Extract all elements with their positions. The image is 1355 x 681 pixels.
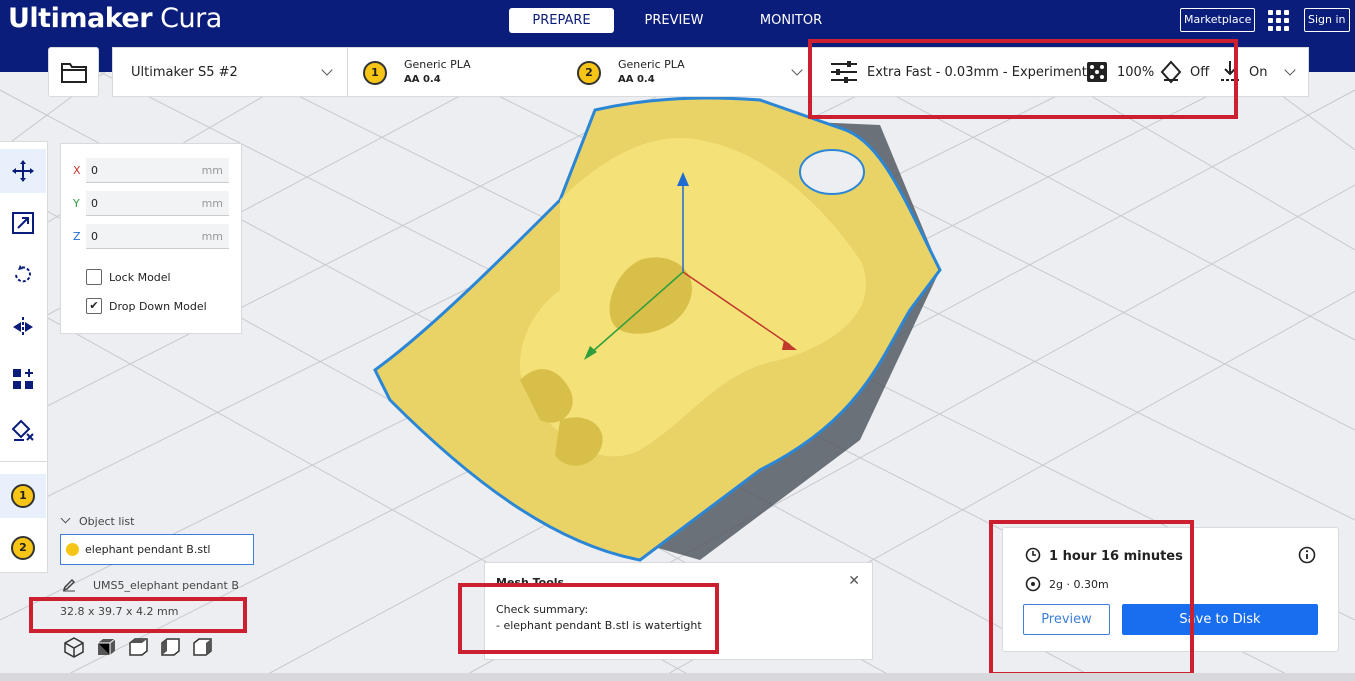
x-axis-label: X bbox=[73, 164, 81, 177]
divider bbox=[0, 461, 47, 462]
scale-icon bbox=[12, 212, 34, 234]
extruder-1-material: Generic PLA bbox=[404, 58, 471, 71]
infill-icon bbox=[1087, 62, 1107, 82]
lock-model-checkbox[interactable] bbox=[86, 269, 102, 285]
spool-icon bbox=[1025, 576, 1041, 592]
drop-down-model-label: Drop Down Model bbox=[109, 300, 207, 313]
mirror-tool-button[interactable] bbox=[0, 305, 46, 349]
app-logo: Ultimaker Cura bbox=[8, 3, 222, 34]
y-input[interactable]: 0 mm bbox=[86, 191, 229, 216]
material-estimate: 2g · 0.30m bbox=[1049, 578, 1109, 591]
view-orientation-bar bbox=[60, 636, 220, 660]
extruder-1-icon: 1 bbox=[363, 61, 387, 85]
print-settings-selector[interactable]: Extra Fast - 0.03mm - Experimental 100% … bbox=[811, 47, 1309, 97]
open-file-button[interactable] bbox=[48, 47, 99, 97]
sign-in-button[interactable]: Sign in bbox=[1304, 8, 1350, 32]
adhesion-icon bbox=[1221, 61, 1239, 81]
extruder-2-tool-button[interactable]: 2 bbox=[0, 526, 46, 570]
extruder-2-badge: 2 bbox=[11, 536, 35, 560]
marketplace-button[interactable]: Marketplace bbox=[1180, 8, 1256, 32]
sliders-icon bbox=[831, 61, 857, 83]
close-icon[interactable]: ✕ bbox=[848, 573, 860, 589]
printer-selector[interactable]: Ultimaker S5 #2 bbox=[112, 47, 348, 97]
info-icon[interactable] bbox=[1298, 546, 1316, 564]
tab-preview[interactable]: PREVIEW bbox=[630, 8, 718, 33]
mesh-tools-message: Mesh Tools ✕ Check summary: - elephant p… bbox=[484, 562, 873, 660]
extruder-color-dot bbox=[66, 543, 79, 556]
clock-icon bbox=[1025, 547, 1041, 563]
mirror-icon bbox=[13, 317, 33, 337]
object-list-label: Object list bbox=[79, 515, 135, 528]
message-line-2: - elephant pendant B.stl is watertight bbox=[496, 619, 702, 632]
rotate-tool-button[interactable] bbox=[0, 253, 46, 297]
adhesion-value: On bbox=[1249, 65, 1268, 80]
model-dimensions: 32.8 x 39.7 x 4.2 mm bbox=[60, 605, 179, 618]
object-list-item[interactable]: elephant pendant B.stl bbox=[60, 534, 254, 565]
pencil-icon[interactable] bbox=[62, 578, 76, 592]
scale-tool-button[interactable] bbox=[0, 201, 46, 245]
object-name: elephant pendant B.stl bbox=[85, 543, 211, 556]
chevron-down-icon bbox=[1284, 64, 1296, 76]
extruder-1-badge: 1 bbox=[11, 484, 35, 508]
support-value: Off bbox=[1190, 65, 1210, 80]
extruder-2-material: Generic PLA bbox=[618, 58, 685, 71]
right-view-icon[interactable] bbox=[191, 636, 213, 658]
extruder-2-core: AA 0.4 bbox=[618, 74, 655, 85]
move-tool-button[interactable] bbox=[0, 149, 46, 193]
z-input[interactable]: 0 mm bbox=[86, 224, 229, 249]
y-axis-label: Y bbox=[73, 197, 80, 210]
3d-view-icon[interactable] bbox=[63, 636, 85, 658]
front-view-icon[interactable] bbox=[95, 636, 117, 658]
os-taskbar bbox=[0, 673, 1355, 681]
print-time: 1 hour 16 minutes bbox=[1049, 549, 1183, 564]
material-selector[interactable]: 1 Generic PLA AA 0.4 2 Generic PLA AA 0.… bbox=[347, 47, 812, 97]
move-panel: X 0 mm Y 0 mm Z 0 mm Lock Model ✔ Drop Down… bbox=[60, 143, 242, 334]
left-toolbar: 1 2 bbox=[0, 141, 48, 573]
support-blocker-icon bbox=[11, 419, 34, 441]
apps-grid-icon[interactable] bbox=[1268, 10, 1289, 31]
save-to-disk-button[interactable]: Save to Disk bbox=[1122, 604, 1318, 635]
print-action-panel: 1 hour 16 minutes 2g · 0.30m Preview Sav… bbox=[1002, 527, 1339, 652]
printer-name: Ultimaker S5 #2 bbox=[131, 65, 238, 80]
extruder-1-tool-button[interactable]: 1 bbox=[0, 474, 46, 518]
chevron-down-icon bbox=[321, 64, 333, 76]
per-model-settings-icon bbox=[13, 369, 33, 389]
infill-value: 100% bbox=[1117, 65, 1155, 80]
x-input[interactable]: 0 mm bbox=[86, 158, 229, 183]
message-title: Mesh Tools bbox=[496, 576, 565, 589]
left-view-icon[interactable] bbox=[159, 636, 181, 658]
support-icon bbox=[1160, 60, 1182, 84]
tab-monitor[interactable]: MONITOR bbox=[745, 8, 837, 33]
extruder-1-core: AA 0.4 bbox=[404, 74, 441, 85]
per-model-settings-button[interactable] bbox=[0, 357, 46, 401]
chevron-down-icon bbox=[791, 64, 803, 76]
z-axis-label: Z bbox=[73, 230, 81, 243]
top-view-icon[interactable] bbox=[127, 636, 149, 658]
preview-button[interactable]: Preview bbox=[1023, 604, 1110, 635]
extruder-2-icon: 2 bbox=[577, 61, 601, 85]
rotate-icon bbox=[15, 265, 31, 283]
object-list-toggle[interactable]: Object list bbox=[60, 513, 135, 528]
chevron-down-icon bbox=[60, 513, 71, 524]
profile-name: Extra Fast - 0.03mm - Experimental bbox=[867, 65, 1099, 80]
lock-model-label: Lock Model bbox=[109, 271, 171, 284]
message-line-1: Check summary: bbox=[496, 603, 589, 616]
move-icon bbox=[12, 160, 34, 182]
drop-down-model-checkbox[interactable]: ✔ bbox=[86, 298, 102, 314]
support-blocker-button[interactable] bbox=[0, 409, 46, 453]
tab-prepare[interactable]: PREPARE bbox=[509, 8, 614, 33]
folder-icon bbox=[61, 63, 87, 83]
job-name[interactable]: UMS5_elephant pendant B bbox=[93, 579, 239, 592]
